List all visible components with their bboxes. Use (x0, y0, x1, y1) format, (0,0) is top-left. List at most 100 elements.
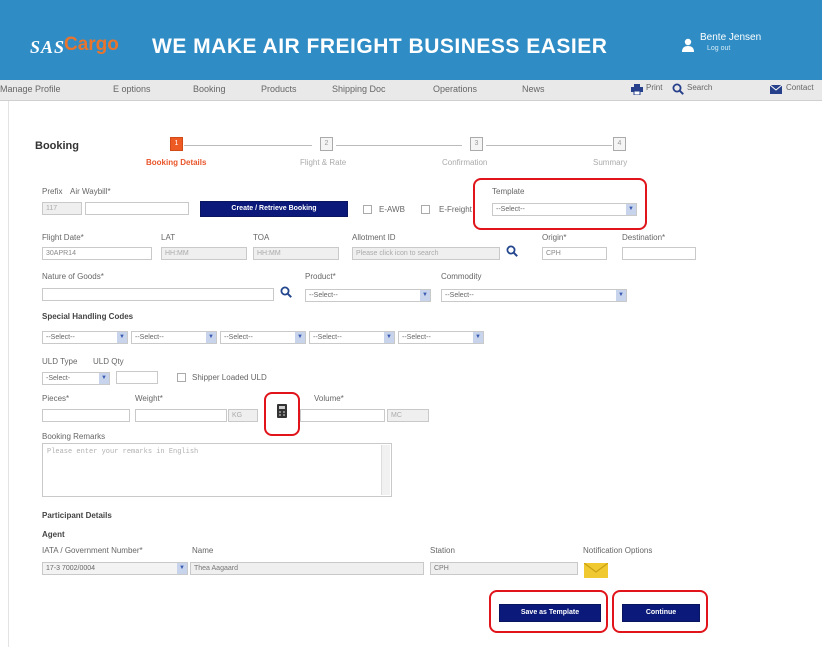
participant-details-title: Participant Details (42, 511, 112, 520)
notification-envelope-icon[interactable] (584, 563, 608, 578)
site-header: SAS Cargo WE MAKE AIR FREIGHT BUSINESS E… (0, 0, 822, 80)
uld-qty-label: ULD Qty (93, 357, 124, 366)
prefix-field[interactable]: 117 (42, 202, 82, 215)
chevron-down-icon: ▼ (420, 290, 430, 301)
step-connector (486, 145, 612, 146)
nav-item-products[interactable]: Products (261, 84, 297, 94)
nav-item-manage-profile[interactable]: Manage Profile (0, 84, 61, 94)
content-border (8, 101, 9, 647)
template-highlight (473, 178, 647, 230)
chevron-down-icon: ▼ (616, 290, 626, 301)
volume-label: Volume* (314, 394, 344, 403)
step-connector (336, 145, 462, 146)
volume-field[interactable] (300, 409, 385, 422)
commodity-select-value: --Select-- (445, 292, 474, 299)
e-awb-checkbox[interactable] (363, 205, 372, 214)
allotment-label: Allotment ID (352, 233, 396, 242)
weight-field[interactable] (135, 409, 227, 422)
weight-unit-field[interactable]: KG (228, 409, 258, 422)
commodity-select[interactable]: --Select-- ▼ (441, 289, 627, 302)
product-select-value: --Select-- (309, 292, 338, 299)
agent-name-field[interactable]: Thea Aagaard (190, 562, 424, 575)
user-name: Bente Jensen (700, 32, 762, 43)
shc-select-value: --Select-- (402, 334, 431, 341)
allotment-field[interactable]: Please click icon to search (352, 247, 500, 260)
chevron-down-icon: ▼ (206, 332, 216, 343)
booking-remarks-textarea[interactable]: Please enter your remarks in English (42, 443, 392, 497)
step-connector (184, 145, 312, 146)
allotment-search-icon[interactable] (506, 245, 518, 257)
nature-of-goods-label: Nature of Goods* (42, 272, 104, 281)
step-4-indicator: 4 (613, 137, 626, 151)
cargo-logo: Cargo (64, 34, 119, 55)
chevron-down-icon: ▼ (99, 373, 109, 384)
shipper-loaded-uld-checkbox[interactable] (177, 373, 186, 382)
print-link[interactable]: Print (646, 83, 662, 92)
volume-unit-field[interactable]: MC (387, 409, 429, 422)
step-3-indicator: 3 (470, 137, 483, 151)
page-title: Booking (35, 140, 79, 152)
search-link[interactable]: Search (687, 83, 712, 92)
product-select[interactable]: --Select-- ▼ (305, 289, 431, 302)
remarks-scrollbar[interactable] (381, 445, 390, 495)
print-icon[interactable] (631, 84, 643, 95)
nav-item-operations[interactable]: Operations (433, 84, 477, 94)
lat-label: LAT (161, 233, 176, 242)
uld-qty-field[interactable] (116, 371, 158, 384)
destination-label: Destination* (622, 233, 666, 242)
save-template-highlight (489, 590, 608, 633)
nav-item-e-options[interactable]: E options (113, 84, 151, 94)
iata-select[interactable]: 17-3 7002/0004 ▼ (42, 562, 188, 575)
user-icon (682, 38, 694, 52)
origin-label: Origin* (542, 233, 567, 242)
sas-logo[interactable]: SAS (30, 37, 65, 58)
shc-select-1[interactable]: --Select-- ▼ (42, 331, 128, 344)
step-2-label: Flight & Rate (300, 158, 347, 167)
shc-select-3[interactable]: --Select-- ▼ (220, 331, 306, 344)
flight-date-field[interactable]: 30APR14 (42, 247, 152, 260)
uld-type-select-value: -Select- (46, 375, 71, 382)
e-freight-checkbox[interactable] (421, 205, 430, 214)
shc-select-value: --Select-- (46, 334, 75, 341)
awb-label: Air Waybill* (70, 187, 111, 196)
shc-select-4[interactable]: --Select-- ▼ (309, 331, 395, 344)
remarks-placeholder: Please enter your remarks in English (47, 448, 199, 456)
nav-item-booking[interactable]: Booking (193, 84, 226, 94)
origin-field[interactable]: CPH (542, 247, 607, 260)
chevron-down-icon: ▼ (295, 332, 305, 343)
shc-label: Special Handling Codes (42, 312, 134, 321)
chevron-down-icon: ▼ (473, 332, 483, 343)
step-1-label: Booking Details (146, 158, 207, 167)
notification-options-label: Notification Options (583, 546, 653, 555)
product-label: Product* (305, 272, 336, 281)
uld-type-select[interactable]: -Select- ▼ (42, 372, 110, 385)
mail-icon[interactable] (770, 85, 782, 94)
logout-link[interactable]: Log out (707, 45, 730, 52)
create-retrieve-booking-button[interactable]: Create / Retrieve Booking (200, 201, 348, 217)
shc-select-value: --Select-- (224, 334, 253, 341)
nav-item-news[interactable]: News (522, 84, 545, 94)
main-nav: Manage Profile E options Booking Product… (0, 80, 822, 101)
search-icon[interactable] (672, 83, 684, 95)
lat-field[interactable]: HH:MM (161, 247, 247, 260)
nature-search-icon[interactable] (280, 286, 292, 298)
tagline: WE MAKE AIR FREIGHT BUSINESS EASIER (152, 35, 608, 58)
flight-date-label: Flight Date* (42, 233, 84, 242)
awb-field[interactable] (85, 202, 189, 215)
toa-field[interactable]: HH:MM (253, 247, 339, 260)
e-awb-label: E-AWB (379, 205, 405, 214)
shc-select-5[interactable]: --Select-- ▼ (398, 331, 484, 344)
nav-item-shipping-doc[interactable]: Shipping Doc (332, 84, 386, 94)
nature-of-goods-field[interactable] (42, 288, 274, 301)
station-field[interactable]: CPH (430, 562, 578, 575)
iata-label: IATA / Government Number* (42, 546, 143, 555)
uld-type-label: ULD Type (42, 357, 78, 366)
step-4-label: Summary (593, 158, 628, 167)
shc-select-value: --Select-- (313, 334, 342, 341)
pieces-label: Pieces* (42, 394, 70, 403)
pieces-field[interactable] (42, 409, 130, 422)
shc-select-2[interactable]: --Select-- ▼ (131, 331, 217, 344)
contact-link[interactable]: Contact (786, 83, 814, 92)
destination-field[interactable] (622, 247, 696, 260)
shipper-loaded-uld-label: Shipper Loaded ULD (192, 373, 267, 382)
